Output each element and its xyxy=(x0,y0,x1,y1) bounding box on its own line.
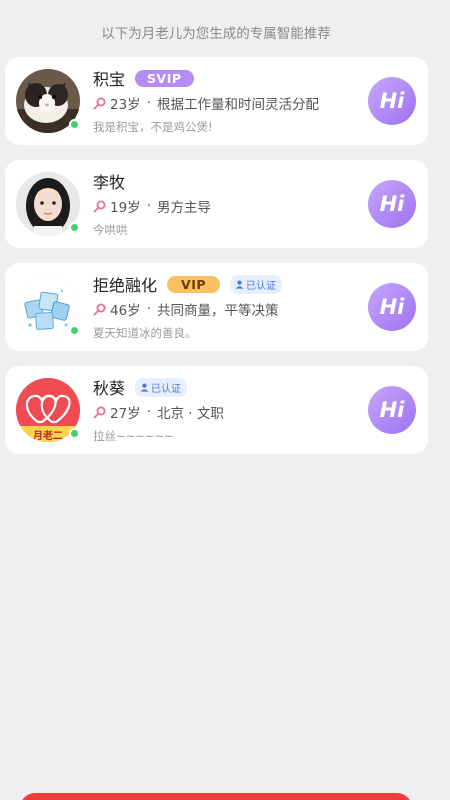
recommendation-notice: 以下为月老儿为您生成的专属智能推荐 xyxy=(101,26,331,42)
separator-dot: · xyxy=(146,404,151,420)
user-bio: 拉丝~~~~~~ xyxy=(93,429,174,443)
person-icon xyxy=(235,280,244,289)
svip-badge: SVIP xyxy=(135,69,194,87)
match-card[interactable]: 积宝 SVIP 23岁 · 根据工作量和时间灵活分配 我是积宝，不是鸡公煲! H… xyxy=(5,57,428,145)
match-card[interactable]: 拒绝融化 VIP 已认证 46岁 · 共同商量，平等决策 夏天知道冰的善良。 H… xyxy=(5,263,428,351)
verified-badge: 已认证 xyxy=(135,377,188,397)
match-card[interactable]: 李牧 19岁 · 男方主导 今哄哄 Hi xyxy=(5,160,428,248)
online-indicator-icon xyxy=(69,222,80,233)
user-name: 积宝 xyxy=(93,70,126,89)
verified-badge: 已认证 xyxy=(230,274,283,294)
user-bio: 今哄哄 xyxy=(93,223,128,237)
online-indicator-icon xyxy=(69,325,80,336)
say-hi-button[interactable]: Hi xyxy=(368,77,416,125)
separator-dot: · xyxy=(146,198,151,214)
separator-dot: · xyxy=(146,301,151,317)
user-preference: 男方主导 xyxy=(156,200,211,216)
separator-dot: · xyxy=(146,95,151,111)
say-hi-button[interactable]: Hi xyxy=(368,180,416,228)
avatar[interactable] xyxy=(16,275,80,339)
love-pin-icon xyxy=(93,303,106,315)
user-age: 19岁 xyxy=(110,200,141,216)
online-indicator-icon xyxy=(69,428,80,439)
love-pin-icon xyxy=(93,97,106,109)
user-name: 拒绝融化 xyxy=(93,276,158,295)
avatar[interactable] xyxy=(16,172,80,236)
user-age: 23岁 xyxy=(110,97,141,113)
say-hi-button[interactable]: Hi xyxy=(368,386,416,434)
love-pin-icon xyxy=(93,200,106,212)
verified-label: 已认证 xyxy=(246,280,277,292)
user-bio: 我是积宝，不是鸡公煲! xyxy=(93,120,213,134)
user-name: 秋葵 xyxy=(93,379,126,398)
user-age: 27岁 xyxy=(110,406,141,422)
love-pin-icon xyxy=(93,406,106,418)
verified-label: 已认证 xyxy=(151,383,182,395)
avatar[interactable] xyxy=(16,69,80,133)
avatar[interactable]: 月老二 xyxy=(16,378,80,442)
online-indicator-icon xyxy=(69,119,80,130)
say-hi-button[interactable]: Hi xyxy=(368,283,416,331)
user-preference: 根据工作量和时间灵活分配 xyxy=(156,97,319,113)
user-preference: 北京 · 文职 xyxy=(156,406,224,422)
bottom-action-button[interactable] xyxy=(20,793,412,800)
user-name: 李牧 xyxy=(93,173,126,192)
vip-badge: VIP xyxy=(167,275,221,293)
user-age: 46岁 xyxy=(110,303,141,319)
user-preference: 共同商量，平等决策 xyxy=(156,303,279,319)
match-card[interactable]: 月老二 秋葵 已认证 27岁 · 北京 · 文职 拉丝~~~~~~ Hi xyxy=(5,366,428,454)
user-bio: 夏天知道冰的善良。 xyxy=(93,326,197,340)
person-icon xyxy=(140,383,149,392)
